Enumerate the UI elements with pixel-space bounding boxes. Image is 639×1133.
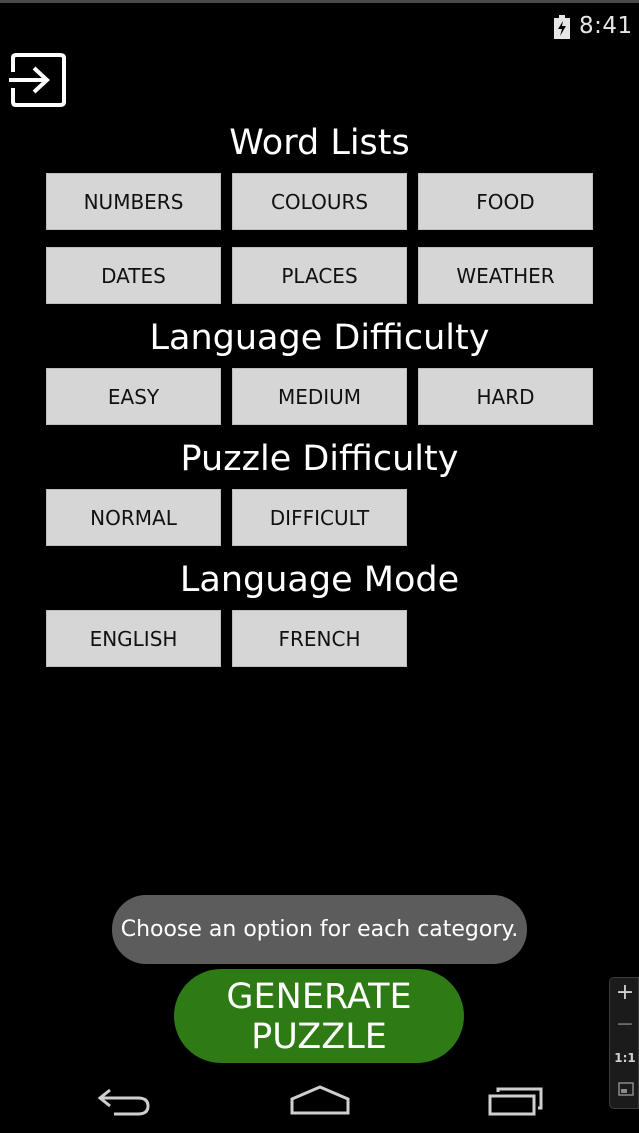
back-icon[interactable] <box>96 1084 154 1118</box>
difficult-button[interactable]: DIFFICULT <box>232 489 407 546</box>
zoom-out-button[interactable]: − <box>610 1012 639 1037</box>
recent-apps-icon[interactable] <box>486 1084 546 1118</box>
easy-button[interactable]: EASY <box>46 368 221 425</box>
dates-button[interactable]: DATES <box>46 247 221 304</box>
english-button[interactable]: ENGLISH <box>46 610 221 667</box>
food-button[interactable]: FOOD <box>418 173 593 230</box>
home-icon[interactable] <box>288 1083 352 1117</box>
medium-button[interactable]: MEDIUM <box>232 368 407 425</box>
fit-screen-icon[interactable] <box>618 1082 634 1096</box>
generate-puzzle-button[interactable]: GENERATE PUZZLE <box>174 969 464 1063</box>
battery-charging-icon <box>554 15 570 39</box>
status-time: 8:41 <box>579 13 633 39</box>
zoom-panel: + − 1:1 <box>609 977 639 1109</box>
status-bar: 8:41 <box>0 0 639 46</box>
main-screen: 8:41 Word Lists NUMBERS COLOURS FOOD DAT… <box>0 0 639 1133</box>
colours-button[interactable]: COLOURS <box>232 173 407 230</box>
normal-button[interactable]: NORMAL <box>46 489 221 546</box>
weather-button[interactable]: WEATHER <box>418 247 593 304</box>
places-button[interactable]: PLACES <box>232 247 407 304</box>
zoom-reset-button[interactable]: 1:1 <box>610 1051 639 1065</box>
french-button[interactable]: FRENCH <box>232 610 407 667</box>
hard-button[interactable]: HARD <box>418 368 593 425</box>
generate-button-line1: GENERATE <box>226 977 412 1017</box>
exit-icon[interactable] <box>9 52 67 108</box>
puzzle-difficulty-title: Puzzle Difficulty <box>180 439 459 479</box>
numbers-button[interactable]: NUMBERS <box>46 173 221 230</box>
generate-button-line2: PUZZLE <box>251 1017 387 1057</box>
zoom-in-button[interactable]: + <box>610 980 639 1005</box>
word-lists-title: Word Lists <box>229 123 410 163</box>
toast-message: Choose an option for each category. <box>112 895 527 964</box>
language-difficulty-title: Language Difficulty <box>149 318 490 358</box>
language-mode-title: Language Mode <box>179 560 460 600</box>
